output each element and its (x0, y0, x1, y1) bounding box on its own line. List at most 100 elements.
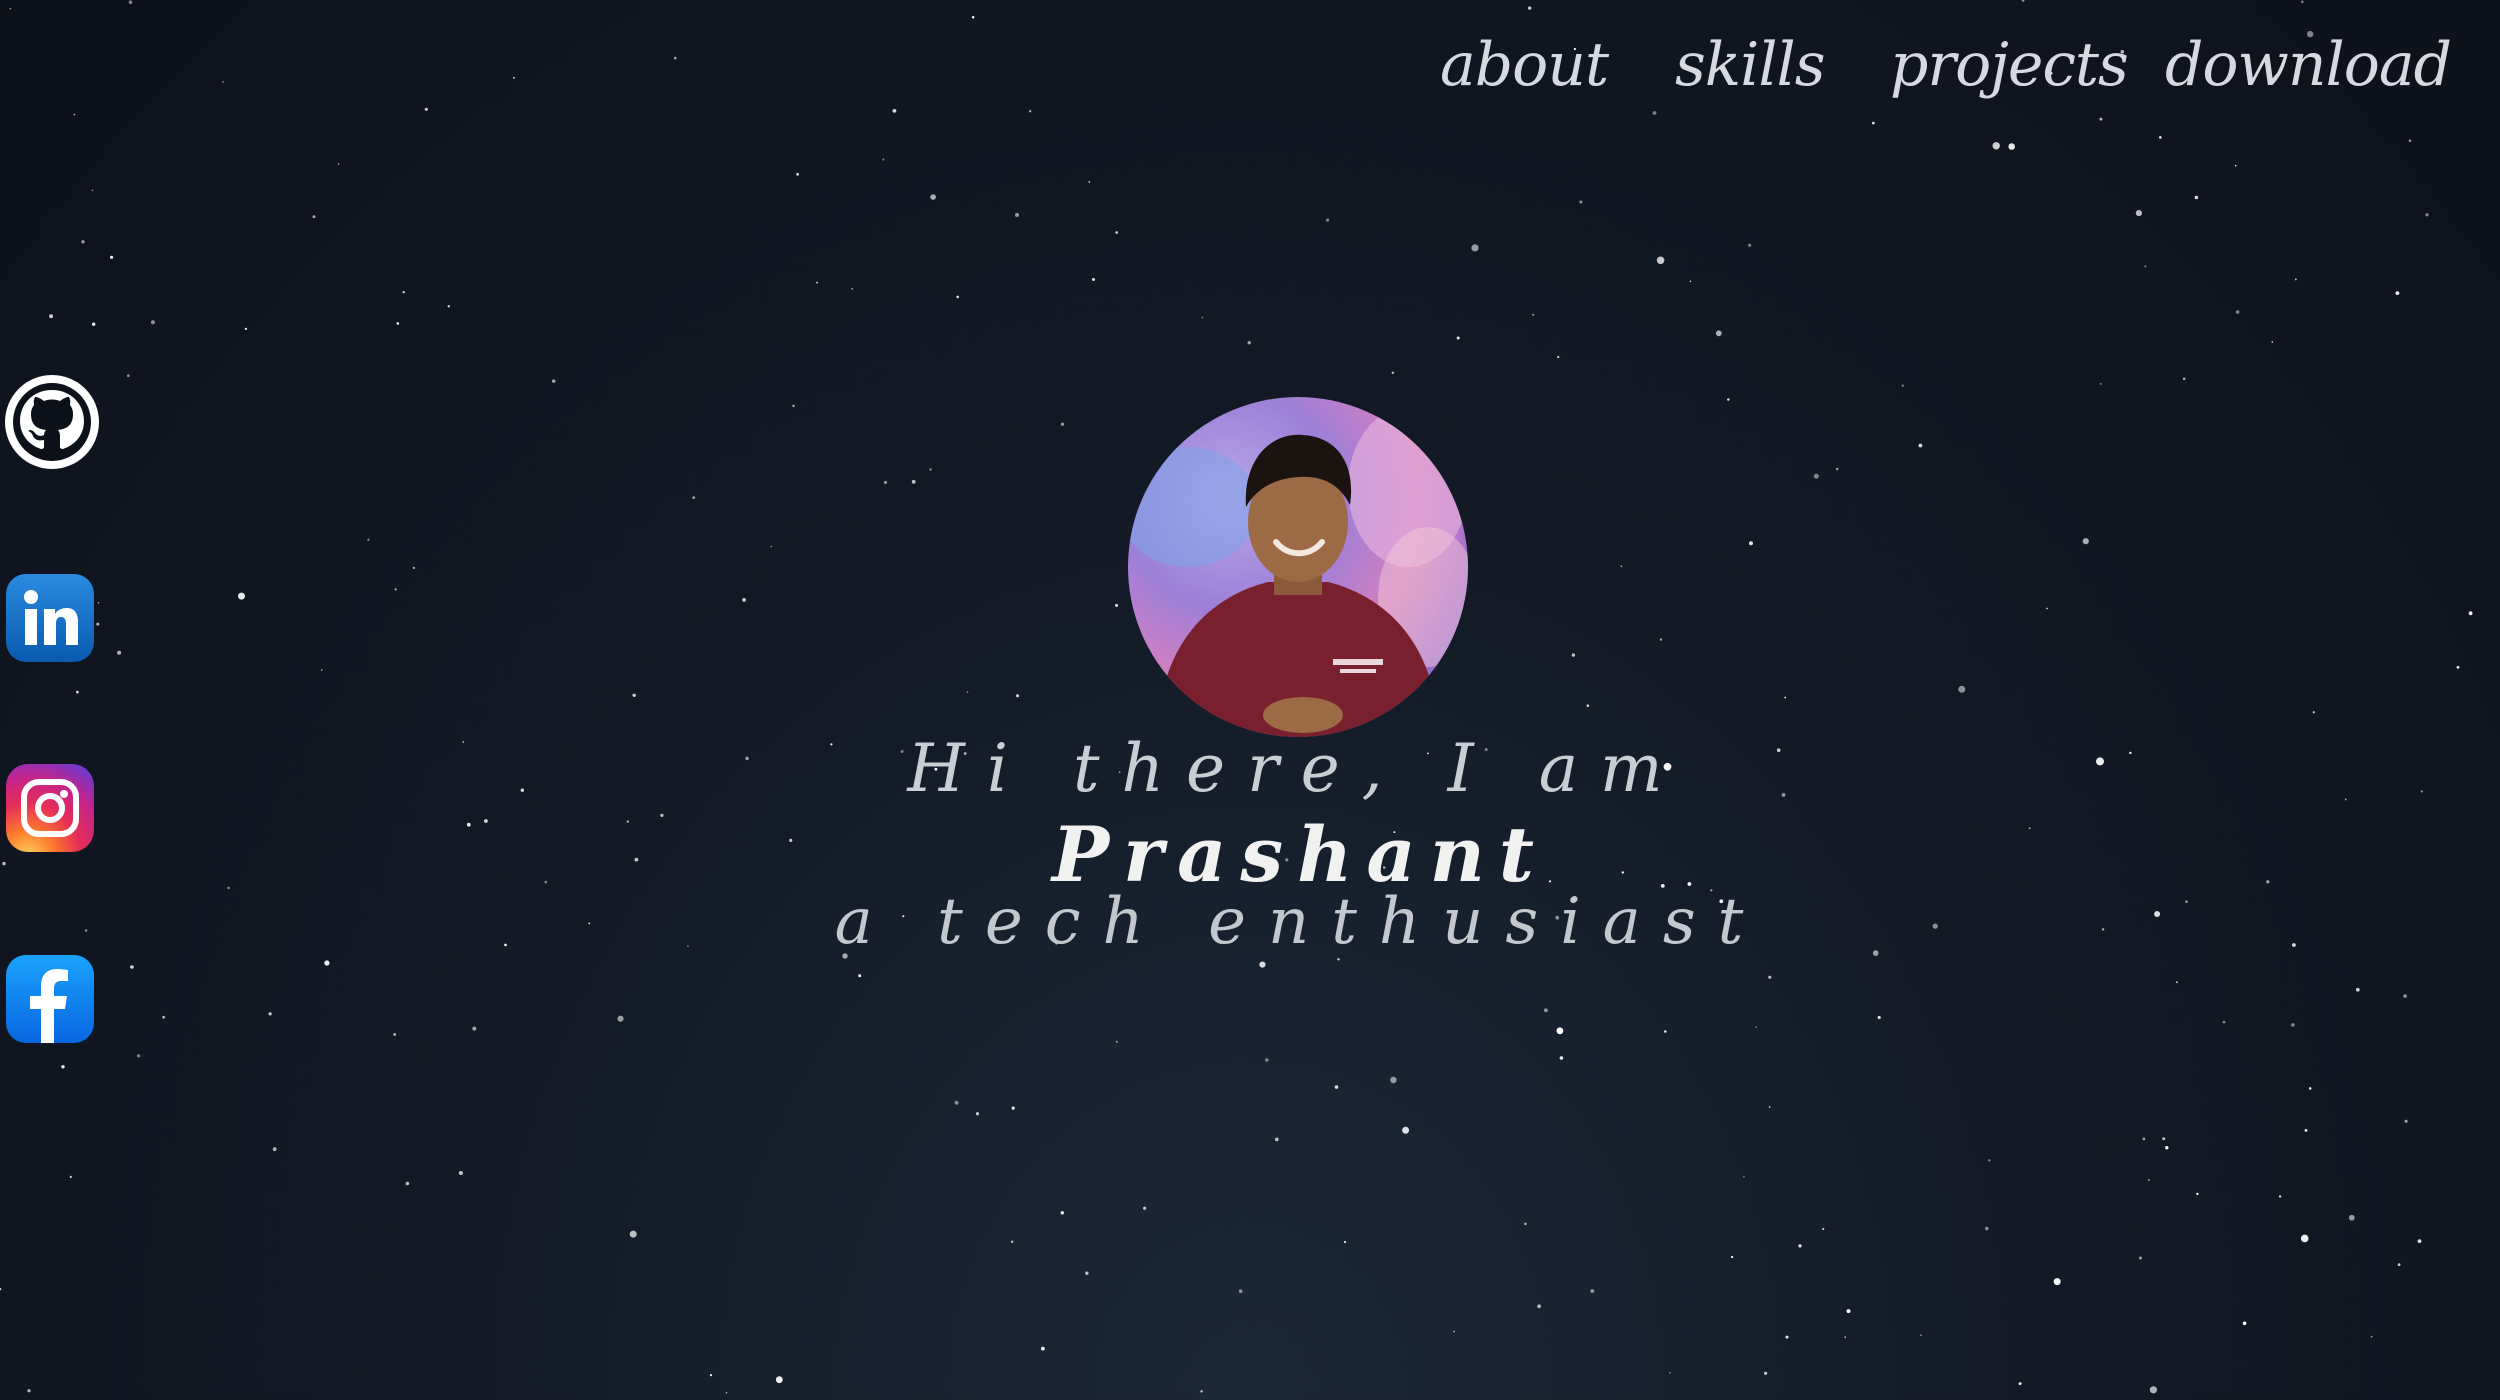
star (472, 1026, 477, 1031)
nav-projects-link[interactable]: projects (1890, 30, 2129, 100)
star (2165, 1146, 2169, 1150)
star (1265, 1058, 1269, 1062)
star (929, 468, 932, 471)
star (2291, 1023, 2295, 1027)
star (2144, 265, 2147, 268)
nav-download-link[interactable]: download (2165, 30, 2452, 100)
nav-skills-link[interactable]: skills (1675, 30, 1826, 100)
star (2148, 1179, 2150, 1181)
star (882, 158, 885, 161)
star (91, 189, 94, 192)
star (858, 974, 862, 978)
star (394, 588, 397, 591)
star (2234, 164, 2237, 167)
star (337, 163, 340, 165)
star (2222, 1020, 2226, 1024)
star (1015, 213, 1019, 217)
star (1028, 110, 1032, 113)
star (2300, 1234, 2309, 1243)
star (552, 379, 556, 383)
star (2404, 1119, 2408, 1123)
star (320, 669, 323, 671)
star (393, 1033, 397, 1036)
star (2348, 1214, 2355, 1221)
star (1115, 603, 1119, 607)
linkedin-icon[interactable] (6, 574, 94, 662)
star (2395, 291, 2400, 295)
star (1115, 1040, 1118, 1043)
star (1326, 218, 1330, 222)
star (1958, 685, 1966, 693)
star (1715, 330, 1722, 337)
star (2142, 1137, 2146, 1141)
star (2304, 1129, 2308, 1132)
profile-avatar (1128, 397, 1468, 737)
star (1749, 541, 1753, 546)
star (1877, 1015, 1881, 1020)
star (1532, 313, 1535, 316)
star (892, 109, 897, 113)
facebook-icon[interactable] (6, 955, 94, 1043)
star (447, 305, 450, 308)
star (673, 56, 677, 60)
star (1537, 1304, 1541, 1309)
star (1092, 278, 1095, 281)
star (1813, 473, 1819, 479)
star (1579, 200, 1583, 204)
star (1259, 961, 1266, 968)
nav-about-link[interactable]: about (1440, 30, 1609, 100)
star (1060, 1211, 1065, 1215)
star (1571, 653, 1576, 657)
star (2294, 278, 2297, 281)
star (2301, 0, 2304, 4)
star (1743, 1176, 1745, 1178)
star (1985, 1226, 1989, 1231)
star (1556, 1027, 1564, 1035)
star (2278, 1195, 2282, 1198)
star (2194, 195, 2199, 200)
star (796, 172, 799, 176)
star (2139, 1256, 2142, 1260)
star (458, 1171, 463, 1175)
star (2235, 310, 2240, 314)
star (2176, 981, 2178, 984)
star (2456, 665, 2460, 669)
star (150, 320, 155, 325)
star (2008, 143, 2015, 150)
star (1755, 1026, 1758, 1028)
star (1620, 565, 1623, 568)
github-icon[interactable] (4, 374, 100, 470)
star (1727, 398, 1730, 401)
star (629, 1230, 637, 1238)
star (816, 281, 819, 284)
star (367, 538, 370, 541)
star (1664, 1030, 1667, 1033)
star (1471, 244, 1479, 252)
star (272, 1147, 277, 1152)
star (617, 1015, 624, 1022)
star (1391, 371, 1395, 374)
star (2046, 607, 2048, 610)
star (2082, 538, 2089, 545)
star (2149, 1386, 2157, 1394)
star (61, 1065, 65, 1069)
star (2018, 1382, 2022, 1386)
star (396, 322, 400, 325)
star (930, 194, 936, 200)
star (1918, 443, 1923, 448)
star (1846, 1309, 1851, 1314)
star (1456, 336, 1460, 340)
star (1011, 1106, 1015, 1110)
hero-greeting: Hi there, I am (907, 730, 1685, 807)
star (725, 1391, 728, 1394)
star (1559, 1056, 1564, 1060)
star (1785, 1335, 1789, 1339)
star (971, 15, 975, 19)
star (49, 314, 54, 319)
star (1274, 1137, 1279, 1142)
star (424, 107, 428, 111)
star (268, 1012, 272, 1016)
star (1659, 638, 1663, 641)
star (222, 81, 224, 83)
top-navigation: about skills projects download (1400, 30, 2500, 130)
